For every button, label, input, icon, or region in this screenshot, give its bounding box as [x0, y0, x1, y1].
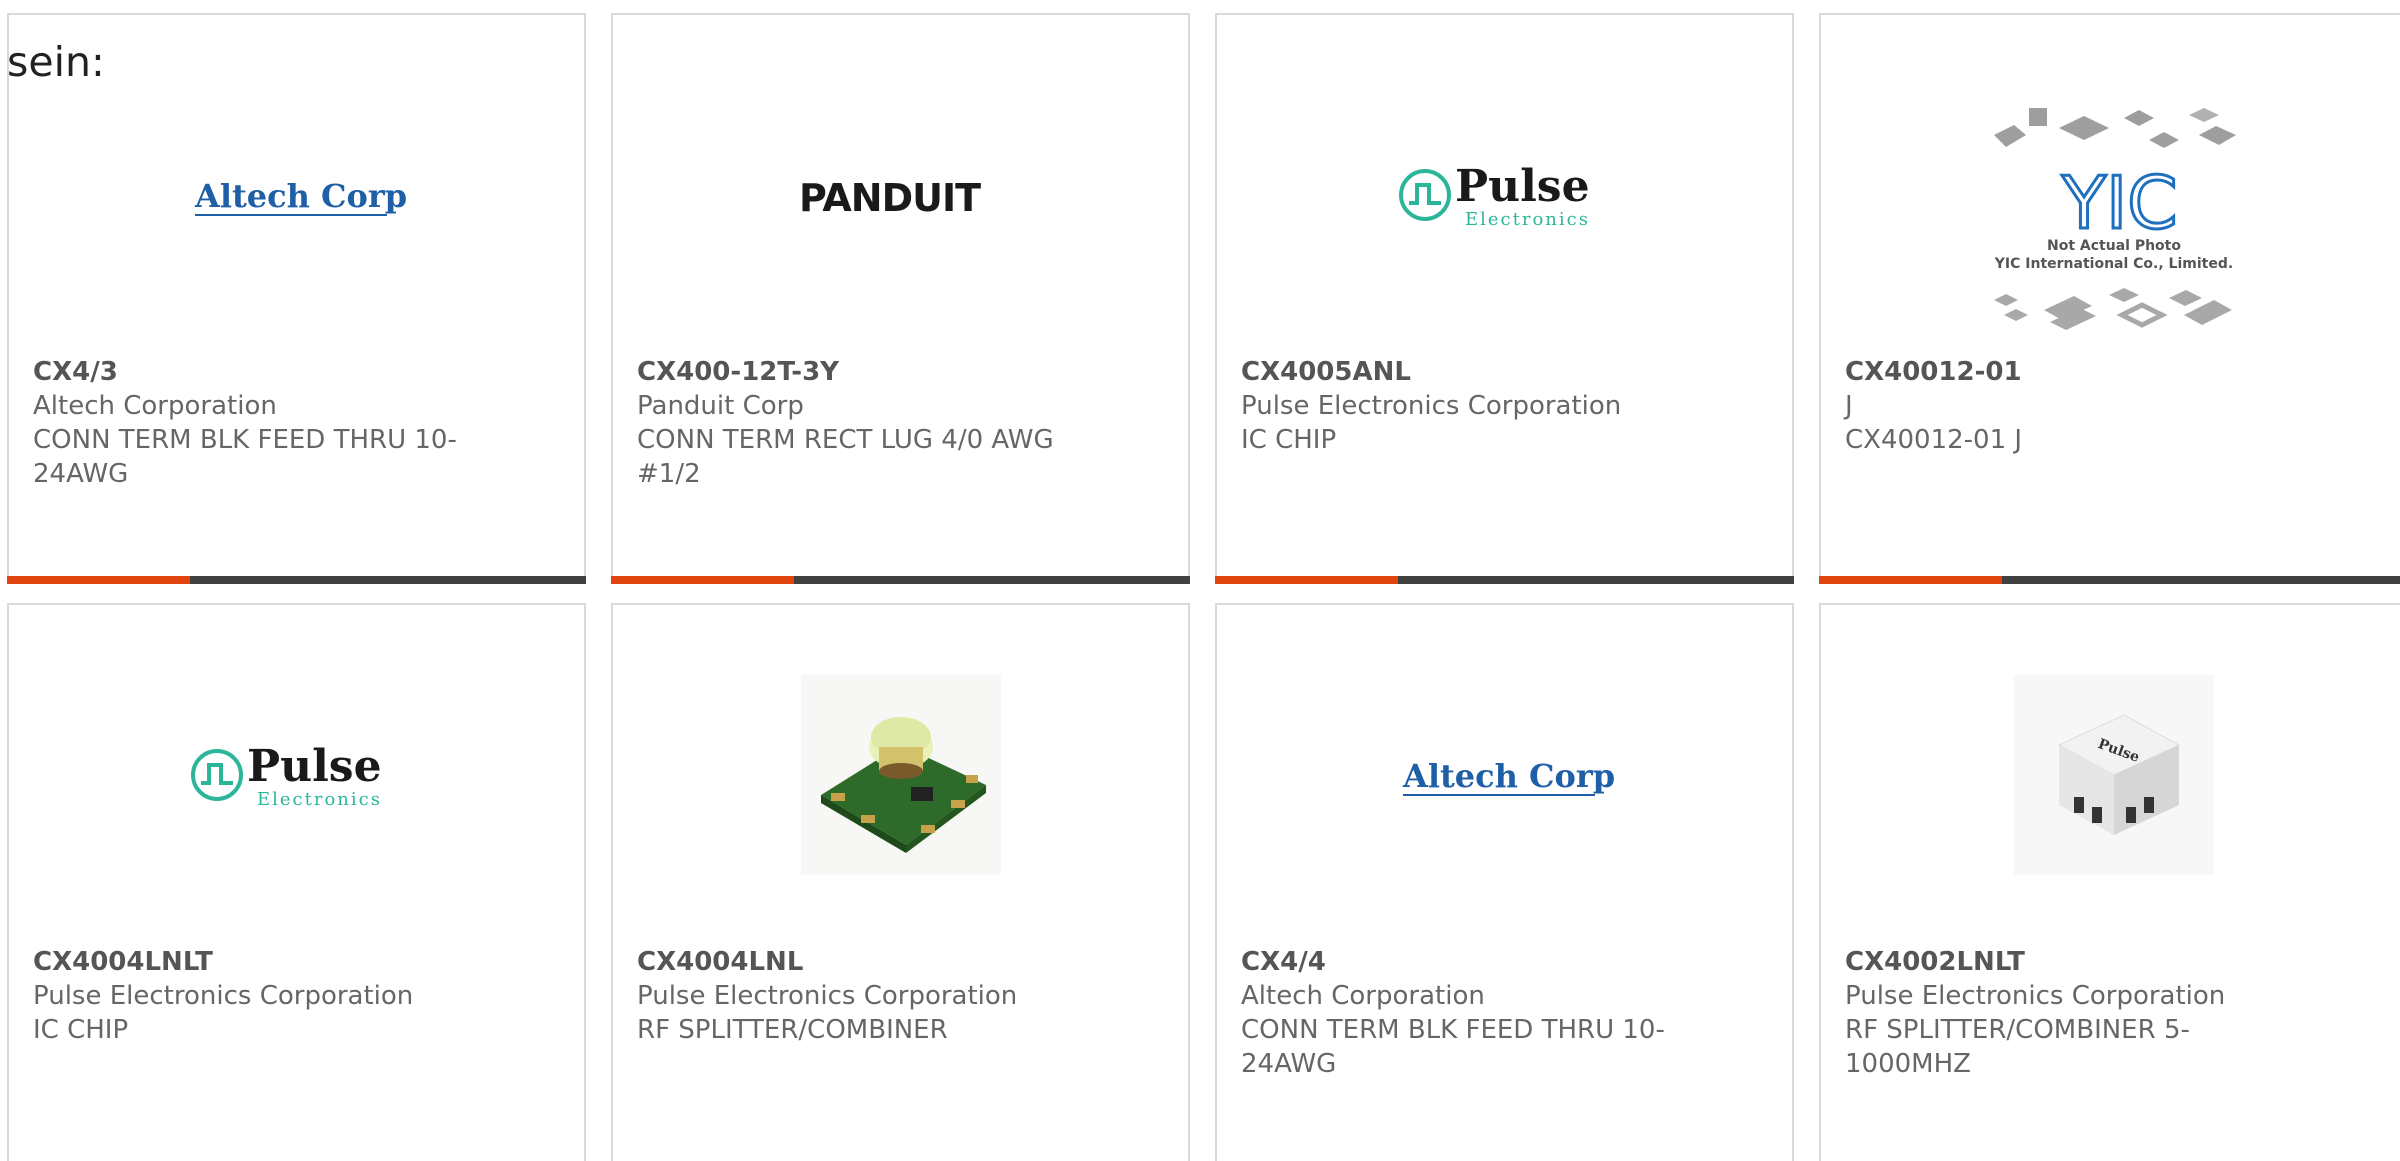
- part-number[interactable]: CX4002LNLT: [1845, 945, 2275, 979]
- manufacturer: Panduit Corp: [637, 391, 804, 421]
- description: IC CHIP: [1241, 425, 1337, 455]
- manufacturer: Pulse Electronics Corporation: [1845, 981, 2226, 1011]
- product-card[interactable]: PANDUIT CX400-12T-3Y Panduit Corp CONN T…: [611, 13, 1190, 584]
- part-number[interactable]: CX400-12T-3Y: [637, 355, 1067, 389]
- altech-logo-icon: Altech Corp.: [194, 177, 407, 216]
- product-image: Altech Corp.: [1217, 665, 1792, 885]
- product-card[interactable]: Pulse Electronics CX4005ANL Pulse Electr…: [1215, 13, 1794, 584]
- description: CONN TERM BLK FEED THRU 10-24AWG: [1241, 1015, 1665, 1079]
- pulse-logo-icon: Pulse Electronics: [1398, 161, 1590, 230]
- svg-text:Pulse: Pulse: [1455, 161, 1590, 212]
- panduit-logo-icon: PANDUIT: [799, 176, 982, 220]
- product-image: [613, 665, 1188, 885]
- product-image: PANDUIT: [613, 85, 1188, 305]
- description: CX40012-01 J: [1845, 425, 2023, 455]
- description: RF SPLITTER/COMBINER 5-1000MHZ: [1845, 1015, 2190, 1079]
- product-info: CX4/4 Altech Corporation CONN TERM BLK F…: [1241, 945, 1671, 1081]
- product-info: CX4/3 Altech Corporation CONN TERM BLK F…: [33, 355, 463, 491]
- card-bottom-bar: [611, 576, 1190, 584]
- description: CONN TERM RECT LUG 4/0 AWG #1/2: [637, 425, 1054, 489]
- manufacturer: J: [1845, 391, 1853, 421]
- product-info: CX4004LNLT Pulse Electronics Corporation…: [33, 945, 463, 1047]
- svg-text:YIC International Co., Limited: YIC International Co., Limited.: [1994, 256, 2233, 272]
- pulse-logo-icon: Pulse Electronics: [190, 741, 382, 810]
- product-image: Pulse: [1821, 665, 2400, 885]
- part-number[interactable]: CX4004LNLT: [33, 945, 463, 979]
- svg-text:Electronics: Electronics: [257, 789, 382, 810]
- product-image: Pulse Electronics: [9, 665, 584, 885]
- yic-placeholder-icon: YIC Not Actual Photo YIC International C…: [1994, 108, 2236, 330]
- product-image: YIC Not Actual Photo YIC International C…: [1821, 100, 2400, 340]
- manufacturer: Altech Corporation: [33, 391, 277, 421]
- altech-logo-icon: Altech Corp.: [1402, 757, 1615, 796]
- part-number[interactable]: CX4004LNL: [637, 945, 1067, 979]
- manufacturer: Pulse Electronics Corporation: [637, 981, 1018, 1011]
- part-number[interactable]: CX4005ANL: [1241, 355, 1671, 389]
- product-card[interactable]: Pulse CX4002LNLT Pulse Electronics Corpo…: [1819, 603, 2400, 1161]
- description: CONN TERM BLK FEED THRU 10-24AWG: [33, 425, 457, 489]
- svg-text:YIC: YIC: [2061, 161, 2178, 245]
- product-card[interactable]: Pulse Electronics CX4004LNLT Pulse Elect…: [7, 603, 586, 1161]
- manufacturer: Pulse Electronics Corporation: [1241, 391, 1622, 421]
- manufacturer: Pulse Electronics Corporation: [33, 981, 414, 1011]
- rf-module-photo-icon: [800, 675, 1001, 875]
- part-number[interactable]: CX4/3: [33, 355, 463, 389]
- svg-text:Altech Corp.: Altech Corp.: [1402, 757, 1615, 795]
- product-card[interactable]: YIC Not Actual Photo YIC International C…: [1819, 13, 2400, 584]
- product-image: Altech Corp.: [9, 85, 584, 305]
- product-info: CX40012-01 J CX40012-01 J: [1845, 355, 2275, 457]
- product-image: Pulse Electronics: [1217, 85, 1792, 305]
- product-info: CX4005ANL Pulse Electronics Corporation …: [1241, 355, 1671, 457]
- svg-text:Electronics: Electronics: [1465, 209, 1590, 230]
- product-info: CX4004LNL Pulse Electronics Corporation …: [637, 945, 1067, 1047]
- card-bottom-bar: [1215, 576, 1794, 584]
- svg-text:PANDUIT: PANDUIT: [799, 176, 981, 220]
- manufacturer: Altech Corporation: [1241, 981, 1485, 1011]
- card-bottom-bar: [7, 576, 586, 584]
- intro-text: sein:: [7, 38, 105, 86]
- part-number[interactable]: CX4/4: [1241, 945, 1671, 979]
- product-card[interactable]: Altech Corp. CX4/4 Altech Corporation CO…: [1215, 603, 1794, 1161]
- product-card[interactable]: Altech Corp. CX4/3 Altech Corporation CO…: [7, 13, 586, 584]
- product-card[interactable]: CX4004LNL Pulse Electronics Corporation …: [611, 603, 1190, 1161]
- svg-text:Pulse: Pulse: [247, 741, 382, 792]
- product-grid-page: sein: Altech Corp. CX4/3 Altech Corporat…: [0, 0, 2400, 1161]
- product-info: CX400-12T-3Y Panduit Corp CONN TERM RECT…: [637, 355, 1067, 491]
- description: RF SPLITTER/COMBINER: [637, 1015, 948, 1045]
- description: IC CHIP: [33, 1015, 129, 1045]
- svg-text:Altech Corp.: Altech Corp.: [194, 177, 407, 215]
- card-bottom-bar: [1819, 576, 2400, 584]
- part-number[interactable]: CX40012-01: [1845, 355, 2275, 389]
- product-info: CX4002LNLT Pulse Electronics Corporation…: [1845, 945, 2275, 1081]
- svg-text:Not Actual Photo: Not Actual Photo: [2047, 238, 2181, 254]
- smd-component-photo-icon: Pulse: [2014, 675, 2214, 875]
